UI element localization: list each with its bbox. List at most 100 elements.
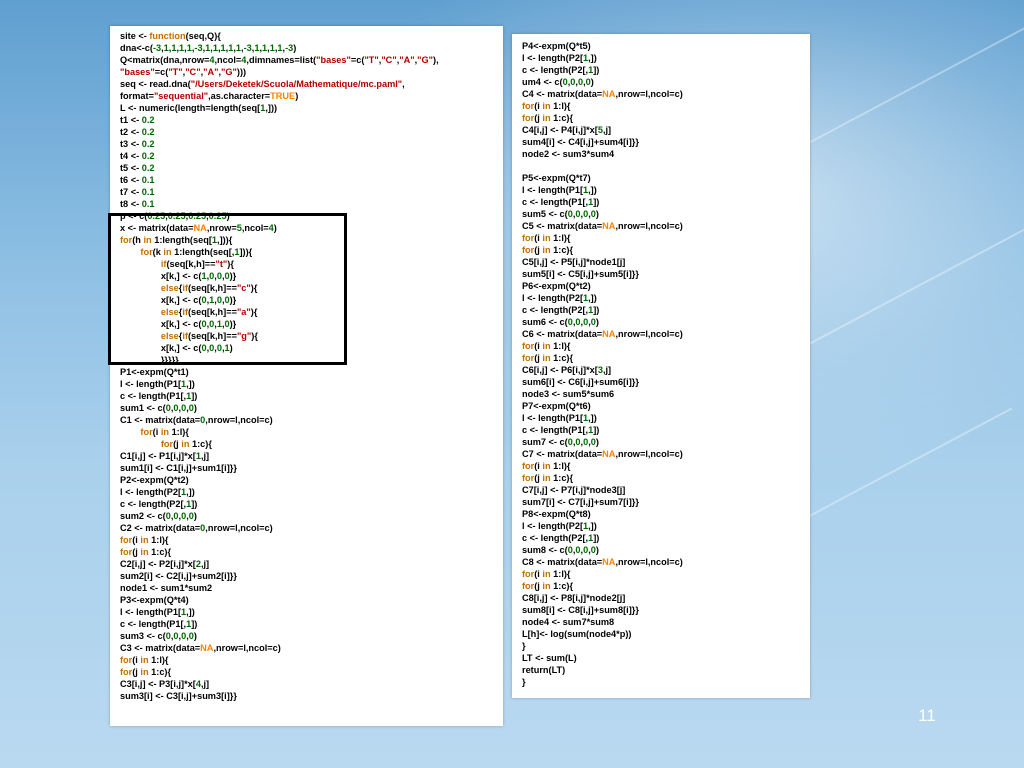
code-token: ,nrow=l,ncol=c) [615, 449, 683, 459]
code-token: ), [433, 55, 439, 65]
code-token: P3<-expm(Q*t4) [120, 595, 189, 605]
code-line: c <- length(P2[,1]) [120, 498, 439, 510]
code-token: "c" [236, 283, 251, 293]
code-token: ){ [227, 259, 234, 269]
code-token: 0.2 [141, 151, 155, 161]
code-token: )} [229, 271, 237, 281]
code-token: "A" [399, 55, 415, 65]
code-token: 0.25 [147, 211, 166, 221]
code-token: l <- length(P2[ [120, 487, 181, 497]
code-line: P1<-expm(Q*t1) [120, 366, 439, 378]
code-token: for [120, 535, 133, 545]
code-token: ,j] [200, 679, 210, 689]
code-token: "C" [381, 55, 397, 65]
code-token: in [542, 353, 551, 363]
code-token: 0.25 [188, 211, 207, 221]
code-token: 1:l){ [148, 535, 169, 545]
code-token: -3 [194, 43, 203, 53]
code-line: sum1 <- c(0,0,0,0) [120, 402, 439, 414]
code-line: P3<-expm(Q*t4) [120, 594, 439, 606]
code-token: for [522, 341, 535, 351]
code-token: ]) [191, 391, 198, 401]
code-token: L <- numeric(length=length(seq[ [120, 103, 261, 113]
code-token: -3 [243, 43, 252, 53]
code-line: l <- length(P1[1,]) [120, 606, 439, 618]
code-token: (h [132, 235, 144, 245]
code-token: 1:l){ [550, 569, 571, 579]
code-token: ) [595, 437, 599, 447]
code-line: for(i in 1:l){ [522, 232, 683, 244]
code-token: ,nrow=l,ncol=c) [213, 643, 281, 653]
code-line: for(j in 1:c){ [120, 546, 439, 558]
code-line: } [522, 676, 683, 688]
code-token: c <- length(P2[, [522, 305, 589, 315]
code-token: ,ncol= [241, 223, 269, 233]
code-token: 0.1 [141, 175, 155, 185]
code-token: ]) [593, 65, 600, 75]
code-token: C2[i,j] <- P2[i,j]*x[ [120, 559, 196, 569]
code-token: ,j] [200, 451, 210, 461]
code-token: for [120, 667, 133, 677]
code-line: return(LT) [522, 664, 683, 676]
code-line: t4 <- 0.2 [120, 150, 439, 162]
code-line: P2<-expm(Q*t2) [120, 474, 439, 486]
code-token: ,])) [265, 103, 278, 113]
code-line: P7<-expm(Q*t6) [522, 400, 683, 412]
code-line: sum7[i] <- C7[i,j]+sum7[i]}} [522, 496, 683, 508]
code-token: sum4[i] <- C4[i,j]+sum4[i]}} [522, 137, 639, 147]
code-token: C3 <- matrix(data= [120, 643, 201, 653]
code-token: 1:c){ [550, 473, 574, 483]
code-token: 1:l){ [169, 427, 189, 437]
code-token: ) [193, 631, 197, 641]
code-line: l <- length(P1[1,]) [120, 378, 439, 390]
code-line: seq <- read.dna("/Users/Deketek/Scuola/M… [120, 78, 439, 90]
code-token: 0.1 [141, 187, 155, 197]
code-line: x[k,] <- c(1,0,0,0)} [120, 270, 439, 282]
code-line: dna<-c(-3,1,1,1,1,-3,1,1,1,1,1,-3,1,1,1,… [120, 42, 439, 54]
code-panel-left: site <- function(seq,Q){dna<-c(-3,1,1,1,… [110, 26, 503, 726]
code-token: -3 [152, 43, 162, 53]
code-line: else{if(seq[k,h]=="c"){ [120, 282, 439, 294]
code-token: l <- length(P1[ [522, 185, 583, 195]
code-token: sum3[i] <- C3[i,j]+sum3[i]}} [120, 691, 237, 701]
code-token: ) [595, 209, 599, 219]
code-token: seq <- read.dna( [120, 79, 191, 89]
code-line: c <- length(P2[,1]) [522, 532, 683, 544]
code-token: for [120, 235, 133, 245]
code-token: node2 <- sum3*sum4 [522, 149, 615, 159]
code-token: (seq[k,h]== [187, 307, 237, 317]
code-token: else [160, 307, 179, 317]
code-token: ) [295, 91, 299, 101]
code-token: in [140, 535, 149, 545]
code-token: t1 <- [120, 115, 142, 125]
code-token: 1:length(seq[ [151, 235, 212, 245]
code-token: c <- length(P2[, [120, 499, 187, 509]
code-token: in [542, 569, 551, 579]
code-line: l <- length(P1[1,]) [522, 412, 683, 424]
code-line: t7 <- 0.1 [120, 186, 439, 198]
code-token: C2 <- matrix(data= [120, 523, 201, 533]
code-token: ) [226, 211, 230, 221]
code-token: 0.25 [167, 211, 186, 221]
code-token: for [522, 245, 535, 255]
code-token: ,dimnames=list( [246, 55, 317, 65]
code-line: P8<-expm(Q*t8) [522, 508, 683, 520]
code-line: for(i in 1:l){ [120, 426, 439, 438]
code-token: sum5[i] <- C5[i,j]+sum5[i]}} [522, 269, 639, 279]
code-token: in [542, 101, 551, 111]
code-token: C4 <- matrix(data= [522, 89, 603, 99]
code-line: node2 <- sum3*sum4 [522, 148, 683, 160]
code-token: format= [120, 91, 154, 101]
code-token: ,]) [588, 521, 597, 531]
code-token: ,nrow= [206, 223, 237, 233]
code-token: ) [229, 343, 233, 353]
code-token: "G" [221, 67, 237, 77]
code-line: um4 <- c(0,0,0,0) [522, 76, 683, 88]
code-line: for(h in 1:length(seq[1,])){ [120, 234, 439, 246]
code-token: (i [152, 427, 161, 437]
code-token: } [522, 677, 526, 687]
code-line: P4<-expm(Q*t5) [522, 40, 683, 52]
code-token: ,]) [588, 293, 597, 303]
